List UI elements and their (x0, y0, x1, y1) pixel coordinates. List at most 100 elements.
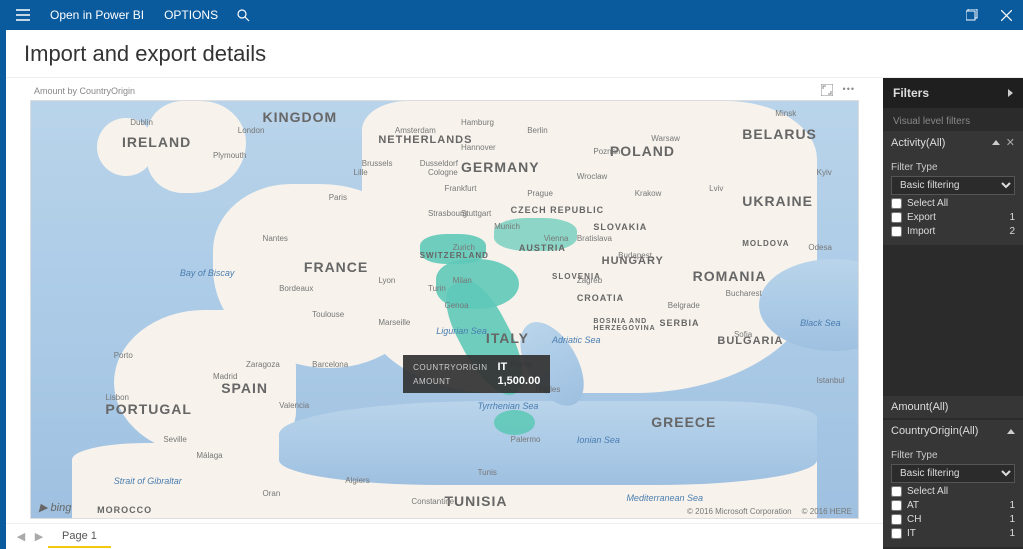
filter-card-amount: Amount(All) (883, 396, 1023, 418)
label-italy: ITALY (486, 330, 529, 346)
label-germany: GERMANY (461, 159, 540, 175)
title-bar: Open in Power BI OPTIONS (6, 0, 1023, 30)
label-kingdom: KINGDOM (263, 109, 338, 125)
filter-type-label: Filter Type (891, 162, 1015, 173)
city-budapest: Budapest (618, 251, 652, 260)
page-tabs: ◀ ▶ Page 1 (6, 523, 883, 549)
label-ukraine: UKRAINE (742, 193, 813, 209)
hamburger-button[interactable] (6, 0, 40, 30)
city-tunis: Tunis (478, 468, 497, 477)
city-frankfurt: Frankfurt (445, 184, 477, 193)
more-options-icon[interactable]: ••• (843, 84, 855, 98)
tooltip-field2-value: 1,500.00 (498, 375, 541, 387)
filters-header[interactable]: Filters (883, 78, 1023, 108)
filter-type-select-country[interactable]: Basic filtering (891, 464, 1015, 483)
filter-country-ch[interactable]: CH (891, 514, 921, 525)
sea-biscay: Bay of Biscay (180, 268, 235, 278)
filters-header-label: Filters (893, 86, 929, 100)
label-austria: AUSTRIA (519, 243, 566, 253)
label-ireland: IRELAND (122, 134, 191, 150)
filter-country-at[interactable]: AT (891, 500, 919, 511)
map-visual[interactable]: KINGDOM IRELAND NETHERLANDS GERMANY POLA… (30, 100, 859, 519)
filter-card-amount-header[interactable]: Amount(All) (883, 396, 1023, 418)
chevron-up-icon (1007, 429, 1015, 434)
sea-med: Mediterranean Sea (626, 493, 703, 503)
sea-tyrrhenian: Tyrrhenian Sea (478, 401, 539, 411)
city-minsk: Minsk (775, 109, 796, 118)
city-berlin: Berlin (527, 126, 547, 135)
sea-ionian: Ionian Sea (577, 435, 620, 445)
sea-ligurian: Ligurian Sea (436, 326, 487, 336)
city-wroclaw: Wroclaw (577, 172, 608, 181)
city-milan: Milan (453, 276, 472, 285)
city-strasbourg: Strasbourg (428, 209, 467, 218)
city-genoa: Genoa (445, 301, 469, 310)
label-france: FRANCE (304, 259, 368, 275)
city-plymouth: Plymouth (213, 151, 246, 160)
sea-black: Black Sea (800, 318, 841, 328)
restore-window-button[interactable] (955, 0, 989, 30)
report-canvas: Amount by CountryOrigin ••• (6, 78, 883, 549)
city-odesa: Odesa (808, 243, 832, 252)
city-istanbul: Istanbul (817, 376, 845, 385)
city-zaragoza: Zaragoza (246, 360, 280, 369)
search-button[interactable] (228, 9, 258, 22)
city-turin: Turin (428, 284, 446, 293)
filter-card-country-header[interactable]: CountryOrigin(All) (883, 420, 1023, 442)
label-spain: SPAIN (221, 380, 268, 396)
label-belarus: BELARUS (742, 126, 817, 142)
visual-level-filters-label: Visual level filters (883, 108, 1023, 131)
city-porto: Porto (114, 351, 133, 360)
city-bratislava: Bratislava (577, 234, 612, 243)
filter-country-it[interactable]: IT (891, 528, 916, 539)
city-sofia: Sofia (734, 330, 752, 339)
city-marseille: Marseille (378, 318, 410, 327)
label-morocco: MOROCCO (97, 505, 152, 515)
options-link[interactable]: OPTIONS (154, 8, 228, 22)
sea-gibraltar: Strait of Gibraltar (114, 476, 182, 486)
chevron-right-icon (1008, 89, 1013, 97)
filter-card-activity-header[interactable]: Activity(All) ✕ (883, 131, 1023, 154)
page-tab-1[interactable]: Page 1 (48, 526, 111, 548)
city-lisbon: Lisbon (105, 393, 129, 402)
city-prague: Prague (527, 189, 553, 198)
label-portugal: PORTUGAL (105, 401, 192, 417)
highlight-it-sicily[interactable] (494, 410, 535, 435)
label-czech: CZECH REPUBLIC (511, 205, 605, 215)
filter-type-select-activity[interactable]: Basic filtering (891, 176, 1015, 195)
tooltip-field1-label: COUNTRYORIGIN (413, 363, 487, 372)
map-tooltip: COUNTRYORIGIN IT AMOUNT 1,500.00 (403, 355, 550, 393)
city-algiers: Algiers (345, 476, 369, 485)
filters-pane: Filters Visual level filters Activity(Al… (883, 78, 1023, 549)
city-cologne: Cologne (428, 168, 458, 177)
city-munich: Munich (494, 222, 520, 231)
label-slovakia: SLOVAKIA (593, 222, 647, 232)
prev-page-button[interactable]: ◀ (12, 528, 30, 546)
visual-title: Amount by CountryOrigin (34, 86, 135, 96)
sea-adriatic: Adriatic Sea (552, 335, 601, 345)
label-switzerland: SWITZERLAND (420, 251, 489, 260)
city-constantine: Constantine (411, 497, 454, 506)
tooltip-field2-label: AMOUNT (413, 377, 487, 386)
filter-activity-export[interactable]: Export (891, 212, 936, 223)
chevron-up-icon (992, 140, 1000, 145)
focus-mode-icon[interactable] (821, 84, 833, 98)
filter-country-selectall[interactable]: Select All (891, 486, 948, 497)
filter-card-activity: Activity(All) ✕ Filter Type Basic filter… (883, 131, 1023, 245)
label-serbia: SERBIA (660, 318, 700, 328)
label-moldova: MOLDOVA (742, 239, 789, 248)
filter-activity-selectall[interactable]: Select All (891, 198, 948, 209)
filter-activity-import[interactable]: Import (891, 226, 935, 237)
city-palermo: Palermo (511, 435, 541, 444)
city-bucharest: Bucharest (726, 289, 762, 298)
open-in-powerbi-link[interactable]: Open in Power BI (40, 8, 154, 22)
next-page-button[interactable]: ▶ (30, 528, 48, 546)
city-kyiv: Kyiv (817, 168, 832, 177)
close-window-button[interactable] (989, 0, 1023, 30)
tooltip-field1-value: IT (498, 361, 541, 373)
map-attribution: © 2016 Microsoft Corporation© 2016 HERE (687, 507, 852, 516)
city-toulouse: Toulouse (312, 310, 344, 319)
label-bosnia: BOSNIA AND HERZEGOVINA (593, 318, 655, 332)
clear-filter-icon[interactable]: ✕ (1006, 136, 1015, 149)
city-warsaw: Warsaw (651, 134, 680, 143)
